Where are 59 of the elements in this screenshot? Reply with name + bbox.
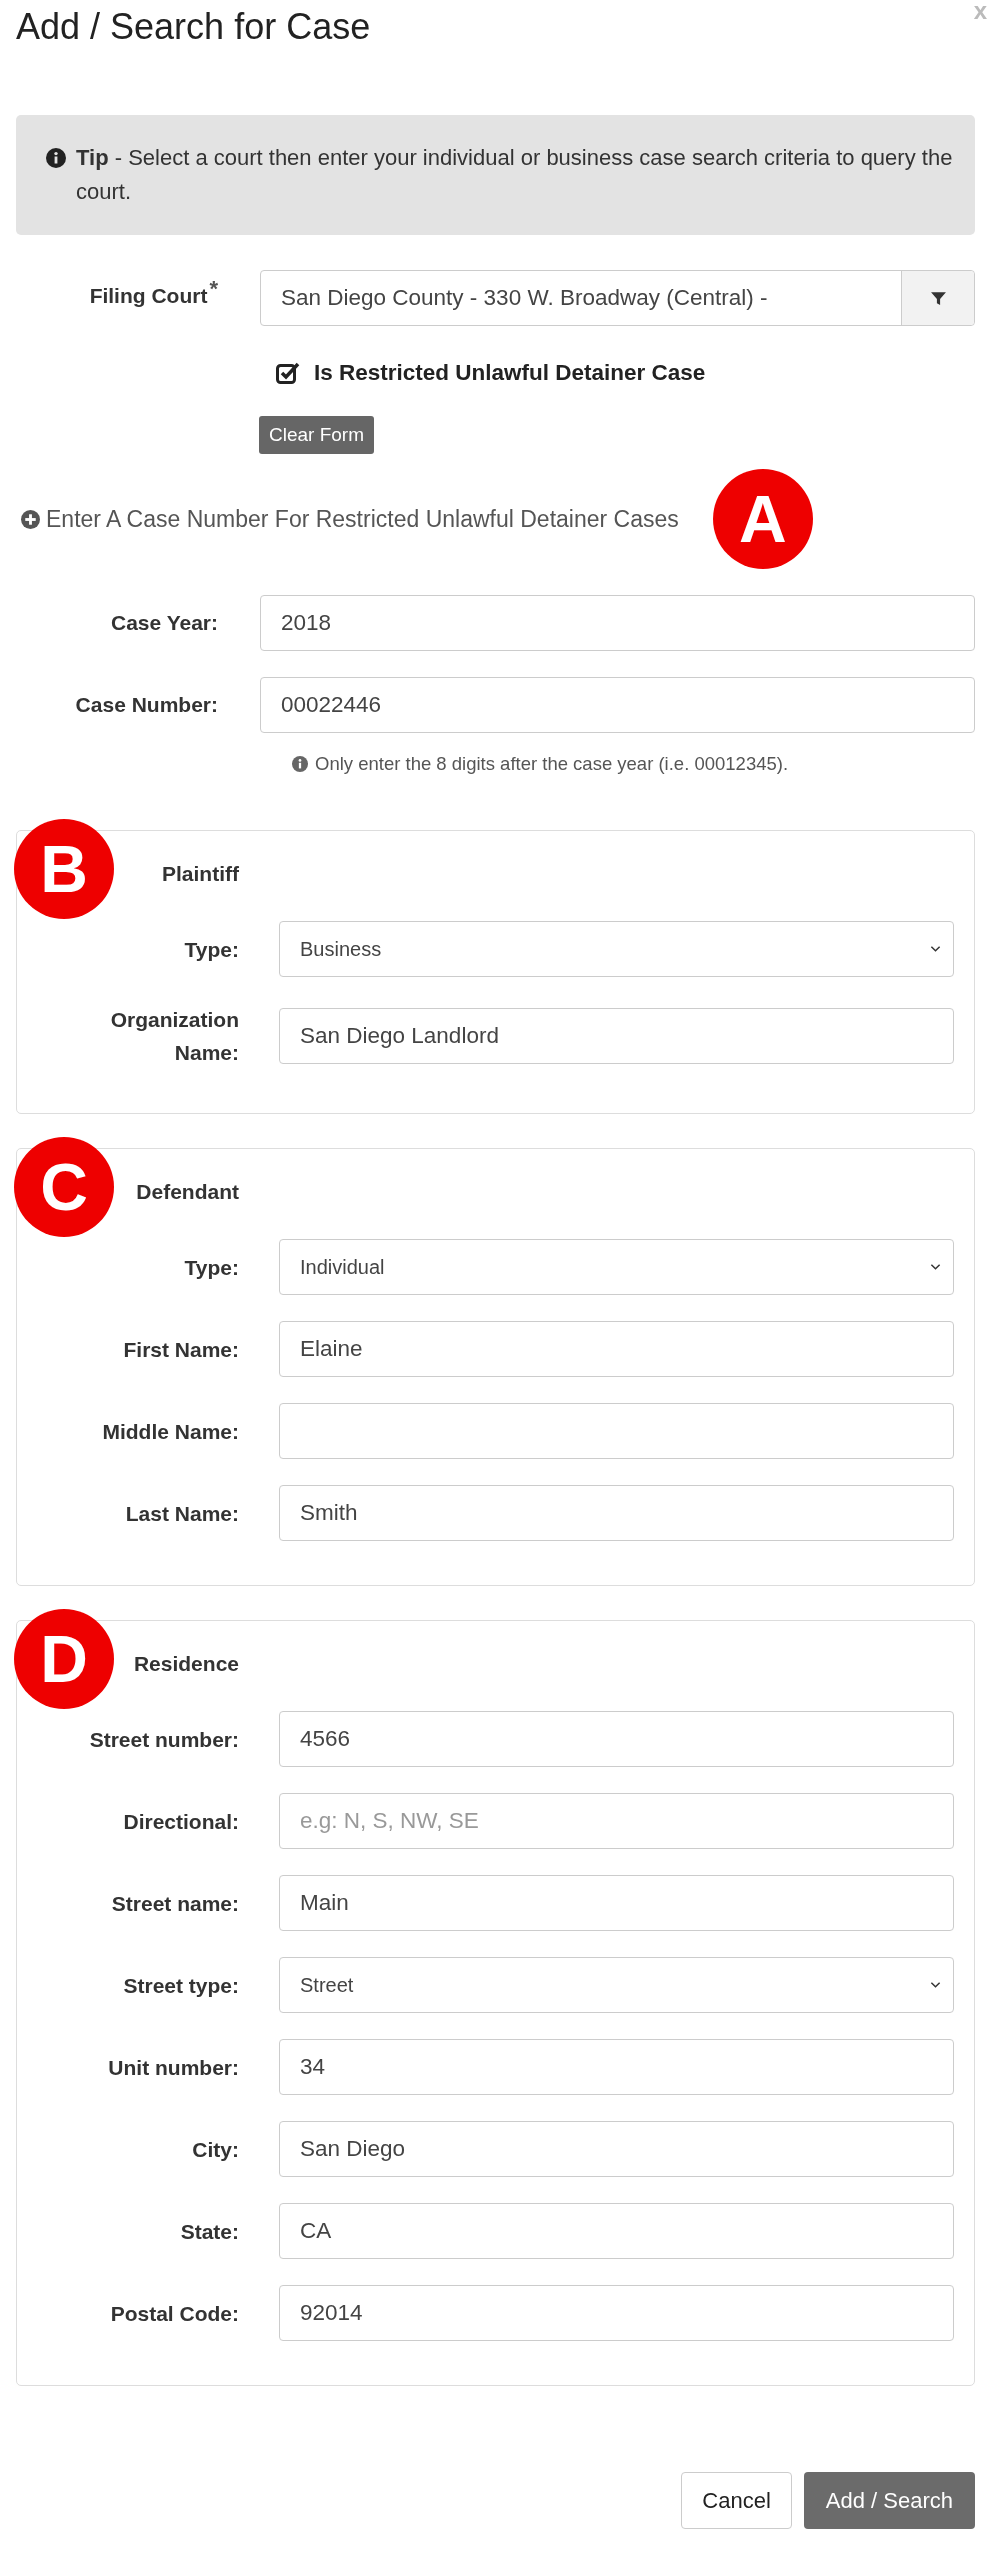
text-field[interactable]: 92014 <box>279 2285 954 2341</box>
field-label: Type: <box>184 937 239 961</box>
section-title: Plaintiff <box>162 861 239 885</box>
cancel-button[interactable]: Cancel <box>681 2472 792 2529</box>
field-label: Organization Name: <box>110 1008 239 1064</box>
annotation-marker: B <box>14 819 114 919</box>
field-label: Postal Code: <box>110 2301 239 2325</box>
info-icon <box>46 148 66 168</box>
text-field[interactable]: 2018 <box>260 595 975 651</box>
text-field[interactable]: San Diego Landlord <box>279 1008 954 1064</box>
help-text: Only enter the 8 digits after the case year (i.e. 00012345). <box>315 753 789 775</box>
field-label: Case Year: <box>110 611 218 634</box>
annotation-marker: D <box>14 1609 114 1709</box>
field-label: First Name: <box>123 1337 239 1361</box>
text-field[interactable]: Elaine <box>279 1321 954 1377</box>
field-label: Case Number: <box>75 693 218 716</box>
checkbox[interactable] <box>276 362 300 384</box>
field-label: Street type: <box>123 1973 239 1997</box>
plus-circle-icon <box>21 509 40 529</box>
dialog-title: Add / Search for Case <box>16 6 371 48</box>
checkbox-label: Is Restricted Unlawful Detainer Case <box>314 360 706 386</box>
field-label: Type: <box>184 1255 239 1279</box>
field-label: State: <box>180 2219 239 2243</box>
required-mark: * <box>209 276 218 301</box>
text-field[interactable] <box>279 1403 954 1459</box>
annotation-marker: C <box>14 1137 114 1237</box>
field-label: Middle Name: <box>102 1419 239 1443</box>
section-title: Residence <box>133 1651 239 1675</box>
clear-form-button[interactable]: Clear Form <box>259 416 374 454</box>
filter-button[interactable] <box>901 271 974 325</box>
text-field[interactable]: 4566 <box>279 1711 954 1767</box>
select-field[interactable]: Street <box>279 1957 954 2013</box>
chevron-down-icon <box>930 945 941 953</box>
field-label: Street name: <box>111 1891 239 1915</box>
field-label: Street number: <box>89 1727 239 1751</box>
text-field[interactable]: Smith <box>279 1485 954 1541</box>
field-label: Filing Court <box>89 284 208 307</box>
section-title: Defendant <box>136 1179 239 1203</box>
court-select[interactable]: San Diego County - 330 W. Broadway (Central) - <box>260 270 975 326</box>
text-field[interactable]: 34 <box>279 2039 954 2095</box>
field-label: Last Name: <box>125 1501 239 1525</box>
field-label: Directional: <box>123 1809 239 1833</box>
filter-icon <box>929 289 947 307</box>
field-label: City: <box>192 2137 239 2161</box>
text-field[interactable]: CA <box>279 2203 954 2259</box>
text-field[interactable]: e.g: N, S, NW, SE <box>279 1793 954 1849</box>
text-field[interactable]: San Diego <box>279 2121 954 2177</box>
case-number-link[interactable]: Enter A Case Number For Restricted Unlawful Detainer Cases <box>46 505 679 533</box>
text-field[interactable]: Main <box>279 1875 954 1931</box>
select-field[interactable]: Individual <box>279 1239 954 1295</box>
add-search-button[interactable]: Add / Search <box>803 2472 975 2529</box>
tip-text: Tip - Select a court then enter your individual or business case search criteria to query the court. <box>76 144 954 206</box>
field-label: Unit number: <box>108 2055 239 2079</box>
chevron-down-icon <box>930 1981 941 1989</box>
select-field[interactable]: Business <box>279 921 954 977</box>
text-field[interactable]: 00022446 <box>260 677 975 733</box>
chevron-down-icon <box>930 1263 941 1271</box>
annotation-marker: A <box>712 469 813 569</box>
info-icon <box>292 756 308 772</box>
